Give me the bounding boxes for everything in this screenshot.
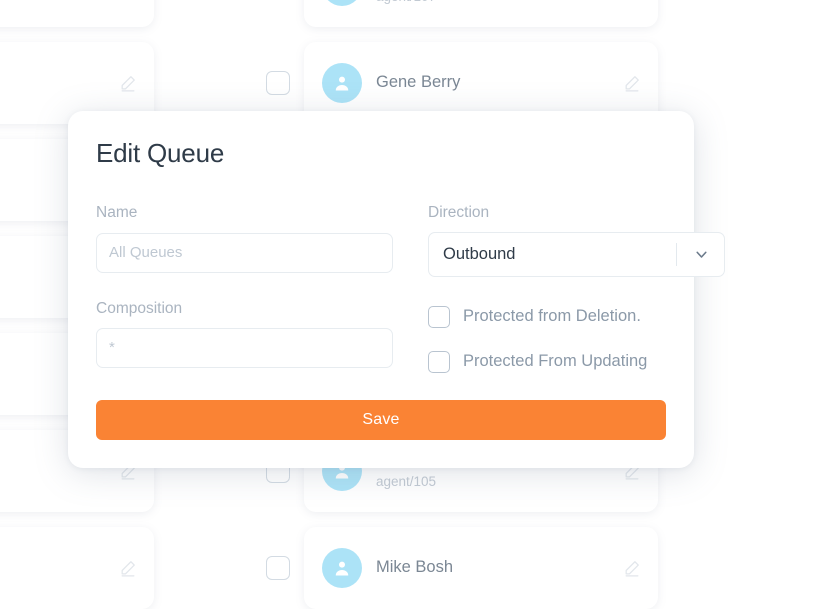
checkbox-box[interactable] [428, 305, 450, 328]
form-column-right: Direction Outbound Protected from Deleti… [428, 203, 725, 373]
checkbox-protected-from-updating[interactable]: Protected From Updating [428, 350, 725, 373]
name-input[interactable] [96, 232, 393, 273]
modal-layer: Edit Queue Name Composition Direction Ou… [0, 0, 813, 581]
composition-input[interactable] [96, 327, 393, 368]
checkbox-box[interactable] [428, 350, 450, 373]
edit-queue-dialog: Edit Queue Name Composition Direction Ou… [68, 111, 725, 468]
checkbox-label: Protected From Updating [463, 351, 648, 370]
checkbox-label: Protected from Deletion. [463, 306, 641, 325]
composition-label: Composition [96, 299, 183, 317]
select-divider [676, 242, 677, 266]
field-composition: Composition [96, 299, 393, 368]
field-name: Name [96, 203, 393, 273]
direction-select[interactable]: Outbound [428, 231, 725, 277]
direction-label: Direction [428, 204, 490, 222]
checkbox-protected-from-deletion[interactable]: Protected from Deletion. [428, 305, 725, 328]
save-button[interactable]: Save [96, 400, 666, 440]
form-column-left: Name Composition [96, 203, 393, 372]
name-label: Name [96, 204, 138, 222]
dialog-title: Edit Queue [96, 138, 225, 168]
chevron-down-icon[interactable] [693, 246, 710, 263]
form-grid: Name Composition Direction Outbound [96, 203, 725, 373]
direction-selected-value: Outbound [443, 244, 516, 263]
